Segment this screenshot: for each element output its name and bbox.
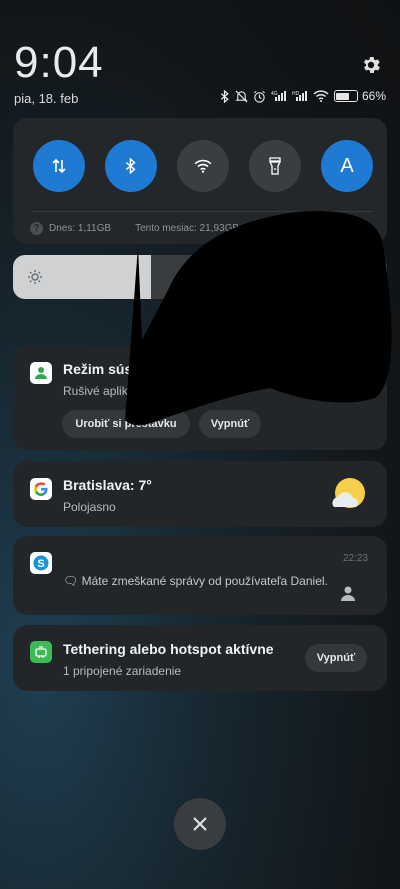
svg-text:S: S xyxy=(37,558,44,570)
weather-notification[interactable]: Bratislava: 7° Polojasno xyxy=(13,461,387,527)
wifi-toggle[interactable] xyxy=(177,140,229,192)
battery-indicator: 66% xyxy=(333,89,386,103)
gear-icon[interactable] xyxy=(360,54,382,76)
divider xyxy=(31,211,373,212)
notification-time: 22:23 xyxy=(342,553,368,564)
take-break-button[interactable]: Urobiť si prestávku xyxy=(62,410,190,438)
turn-off-button[interactable]: Vypnúť xyxy=(199,410,261,438)
weather-title: Bratislava: 7° xyxy=(63,477,152,493)
data-usage[interactable]: ? Dnes: 1,11GB Tento mesiac: 21,93GB xyxy=(30,222,239,235)
data-arrows-icon xyxy=(52,158,66,174)
signal-4g-icon: 4G xyxy=(271,91,286,101)
question-icon: ? xyxy=(30,222,43,235)
tethering-subtitle: 1 pripojené zariadenie xyxy=(63,664,182,678)
brightness-slider[interactable] xyxy=(13,255,387,299)
alarm-icon xyxy=(254,90,265,103)
data-month: Tento mesiac: 21,93GB xyxy=(135,223,240,234)
bluetooth-icon xyxy=(220,89,229,103)
notification-title: Režim sústredenia zapnutý xyxy=(63,361,244,377)
tethering-notification[interactable]: Tethering alebo hotspot aktívne 1 pripoj… xyxy=(13,625,387,691)
close-icon xyxy=(193,817,207,831)
quick-settings-panel: A ? Dnes: 1,11GB Tento mesiac: 21,93GB xyxy=(13,118,387,244)
weather-subtitle: Polojasno xyxy=(63,500,116,514)
letter-a-icon: A xyxy=(340,154,354,177)
tethering-title: Tethering alebo hotspot aktívne xyxy=(63,641,274,657)
skype-icon: S xyxy=(30,552,52,574)
clock: 9:04 xyxy=(14,38,104,87)
turn-off-button[interactable]: Vypnúť xyxy=(305,644,367,672)
skype-notification[interactable]: S 22:23 🗨 Máte zmeškané správy od použív… xyxy=(13,536,387,615)
battery-icon xyxy=(333,90,358,102)
person-icon xyxy=(341,586,355,601)
notification-subtitle: Rušivé aplikácie sú pozastavené xyxy=(63,384,238,398)
quick-tiles: A xyxy=(33,140,373,192)
clear-all-button[interactable] xyxy=(174,798,226,850)
date: pia, 18. feb xyxy=(14,91,79,106)
battery-percent: 66% xyxy=(361,89,386,103)
data-today: Dnes: 1,11GB xyxy=(49,223,112,234)
wifi-icon xyxy=(313,90,329,102)
muted-bell-icon xyxy=(235,90,248,102)
bluetooth-icon xyxy=(125,158,136,174)
svg-text:HD: HD xyxy=(292,91,300,97)
svg-text:4G: 4G xyxy=(271,91,278,97)
google-icon xyxy=(30,478,52,500)
dnd-notification[interactable]: Režim sústredenia zapnutý Rušivé aplikác… xyxy=(13,346,387,450)
skype-message: 🗨 Máte zmeškané správy od používateľa Da… xyxy=(63,574,328,588)
focus-mode-app-icon xyxy=(30,362,52,384)
mobile-data-toggle[interactable] xyxy=(33,140,85,192)
status-bar: 4G HD 66% xyxy=(220,89,386,103)
signal-hd-icon: HD xyxy=(292,91,307,101)
flashlight-toggle[interactable] xyxy=(249,140,301,192)
bluetooth-toggle[interactable] xyxy=(105,140,157,192)
sun-icon xyxy=(28,270,42,284)
flashlight-icon xyxy=(268,157,282,175)
partly-cloudy-icon xyxy=(332,478,365,508)
auto-brightness-toggle[interactable]: A xyxy=(321,140,373,192)
wifi-icon xyxy=(194,159,212,173)
hotspot-app-icon xyxy=(30,641,52,663)
